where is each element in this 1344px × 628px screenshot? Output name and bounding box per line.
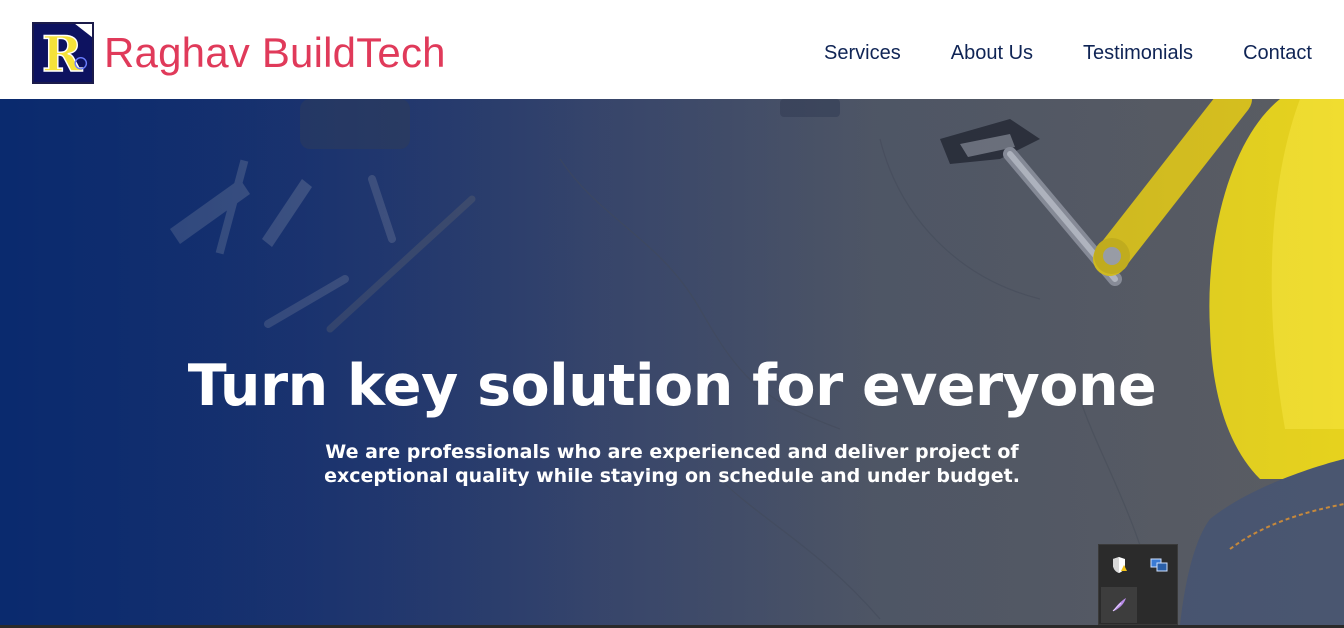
hero-subtitle: We are professionals who are experienced… (324, 441, 1020, 487)
site-header: R Raghav BuildTech Services About Us Tes… (0, 0, 1344, 99)
svg-text:R: R (42, 26, 83, 82)
nav-contact[interactable]: Contact (1243, 40, 1312, 66)
logo-graphic: R (34, 24, 92, 82)
raghav-logo-icon[interactable]: R (32, 22, 94, 84)
windows-security-warning-icon[interactable] (1101, 547, 1137, 583)
nav-testimonials[interactable]: Testimonials (1083, 40, 1193, 66)
nav-about-us[interactable]: About Us (951, 40, 1033, 66)
main-nav: Services About Us Testimonials Contact (824, 40, 1312, 66)
network-monitor-icon[interactable] (1141, 547, 1177, 583)
brand-name[interactable]: Raghav BuildTech (104, 28, 446, 78)
hero-title: Turn key solution for everyone (187, 353, 1157, 419)
system-tray-overflow (1098, 544, 1178, 625)
feather-app-icon[interactable] (1101, 587, 1137, 623)
nav-services[interactable]: Services (824, 40, 901, 66)
